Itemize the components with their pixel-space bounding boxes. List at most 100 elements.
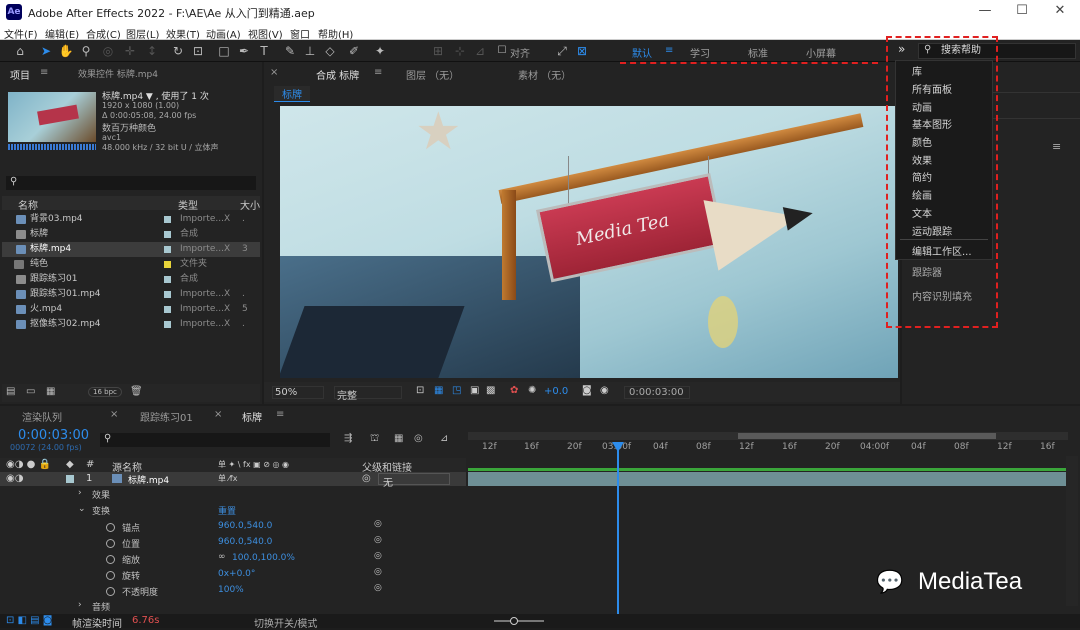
menu-composition[interactable]: 合成(C) [86, 26, 121, 41]
layer-track-bar[interactable] [468, 472, 1066, 486]
snap-icon[interactable]: ⊠ [574, 43, 590, 59]
col-name[interactable]: 名称 [18, 197, 38, 212]
dolly-tool-icon[interactable]: ↕ [144, 43, 160, 59]
visibility-eye-icon[interactable]: ◉◑ [6, 473, 23, 484]
project-item[interactable]: 纯色 文件夹 [2, 257, 260, 272]
clone-stamp-tool-icon[interactable]: ⊥ [302, 43, 318, 59]
label-color[interactable] [164, 246, 171, 253]
label-color[interactable] [164, 306, 171, 313]
close-button[interactable]: ✕ [1050, 3, 1070, 18]
project-item[interactable]: 跟踪练习01.mp4 Importe...X. [2, 287, 260, 302]
menu-layer[interactable]: 图层(L) [126, 26, 159, 41]
col-type[interactable]: 类型 [178, 197, 198, 212]
zoom-select[interactable]: 50% [272, 386, 324, 399]
minimize-button[interactable]: — [975, 3, 995, 18]
expression-pickwhip-icon[interactable]: ◎ [374, 551, 382, 561]
comp-menu-icon[interactable]: ≡ [374, 67, 382, 78]
label-color[interactable] [164, 231, 171, 238]
new-composition-icon[interactable]: ▦ [46, 386, 55, 397]
snapping-icon[interactable]: ⤢ [554, 43, 570, 59]
layer-switches[interactable]: 单 ⁄fx [218, 473, 237, 484]
menu-effect[interactable]: 效果(T) [166, 26, 200, 41]
safe-zones-icon[interactable]: ▣ [470, 385, 479, 396]
zoom-tool-icon[interactable]: ⚲ [78, 43, 94, 59]
menu-view[interactable]: 视图(V) [248, 26, 283, 41]
stopwatch-icon[interactable] [106, 523, 115, 532]
exposure-value[interactable]: +0.0 [544, 386, 568, 397]
project-item[interactable]: 火.mp4 Importe...X 5 [2, 302, 260, 317]
tab-project[interactable]: 项目 [10, 67, 30, 82]
mask-icon[interactable]: ◳ [452, 385, 461, 396]
prop-audio[interactable]: 音频 [92, 600, 110, 613]
motion-blur-icon[interactable]: ◎ [414, 433, 423, 444]
tab-tracking-practice[interactable]: 跟踪练习01 [140, 409, 193, 424]
playhead[interactable] [617, 442, 619, 614]
roto-brush-tool-icon[interactable]: ✐ [346, 43, 362, 59]
tab-effect-controls[interactable]: 效果控件 标牌.mp4 [78, 67, 158, 80]
rotate-tool-icon[interactable]: ↻ [170, 43, 186, 59]
timeline-menu-icon[interactable]: ≡ [276, 409, 284, 420]
home-icon[interactable]: ⌂ [12, 43, 28, 59]
label-color[interactable] [164, 291, 171, 298]
zoom-slider-handle[interactable] [510, 617, 518, 625]
interpret-footage-icon[interactable]: ▤ [6, 386, 15, 397]
close-tab-icon[interactable]: × [110, 409, 118, 420]
menu-edit[interactable]: 编辑(E) [45, 26, 79, 41]
show-snapshot-icon[interactable]: ◉ [600, 385, 609, 396]
transform-reset-link[interactable]: 重置 [218, 504, 236, 517]
pen-tool-icon[interactable]: ✒ [236, 43, 252, 59]
orbit-tool-icon[interactable]: ◎ [100, 43, 116, 59]
snapshot-region-icon[interactable]: ⊡ [416, 385, 424, 396]
tab-render-queue[interactable]: 渲染队列 [22, 409, 62, 424]
parent-select[interactable]: 无 [378, 473, 450, 489]
prop-scale-value[interactable]: 100.0,100.0% [232, 553, 295, 563]
project-item[interactable]: 背景03.mp4 Importe...X. [2, 212, 260, 227]
new-folder-icon[interactable]: ▭ [26, 386, 35, 397]
col-size[interactable]: 大小 [240, 197, 260, 212]
audio-toggle-icon[interactable]: › [78, 600, 82, 610]
current-time-display[interactable]: 0:00:03:00 [624, 386, 690, 399]
col-switches[interactable]: 单 ✦ \ fx ▣ ⊘ ◎ ◉ [218, 459, 289, 470]
expression-pickwhip-icon[interactable]: ◎ [374, 535, 382, 545]
time-ruler[interactable]: 12f 16f 20f 03:00f 04f 08f 12f 16f 20f 0… [468, 442, 1068, 454]
transparency-grid-icon[interactable]: ▩ [486, 385, 495, 396]
prop-effects[interactable]: 效果 [92, 488, 110, 501]
prop-rotation-value[interactable]: 0x+0.0° [218, 569, 255, 579]
quality-select[interactable]: 完整 [334, 386, 402, 402]
comp-breadcrumb[interactable]: 标牌 [274, 86, 310, 102]
tab-footage[interactable]: 素材 （无） [518, 67, 571, 82]
trash-icon[interactable]: 🗑 [130, 386, 143, 397]
eraser-tool-icon[interactable]: ◇ [322, 43, 338, 59]
world-axis-icon[interactable]: ⊹ [452, 43, 468, 59]
work-area-bar[interactable] [468, 432, 1068, 440]
align-checkbox[interactable]: ☐ [494, 43, 510, 59]
comp-viewer[interactable]: ★ Media Tea [280, 106, 898, 378]
expression-pickwhip-icon[interactable]: ◎ [374, 583, 382, 593]
close-tab-icon[interactable]: × [214, 409, 222, 420]
prop-transform[interactable]: 变换 [92, 504, 110, 517]
menu-window[interactable]: 窗口 [290, 26, 310, 41]
timeline-timecode[interactable]: 0:00:03:00 [18, 428, 89, 443]
local-axis-icon[interactable]: ⊞ [430, 43, 446, 59]
project-item[interactable]: 抠像练习02.mp4 Importe...X. [2, 317, 260, 332]
label-color[interactable] [164, 216, 171, 223]
project-item[interactable]: 标牌 合成 [2, 227, 260, 242]
transform-toggle-icon[interactable]: ⌄ [78, 504, 86, 514]
stopwatch-icon[interactable] [106, 555, 115, 564]
graph-editor-icon[interactable]: ⊿ [440, 433, 448, 444]
maximize-button[interactable]: ☐ [1012, 3, 1032, 18]
grid-icon[interactable]: ▦ [434, 385, 443, 396]
layer-duration-bar[interactable] [468, 468, 1066, 471]
video-eye-icon[interactable]: ◉◑ ● 🔒 [6, 459, 51, 470]
label-color[interactable] [164, 321, 171, 328]
expression-pickwhip-icon[interactable]: ◎ [374, 567, 382, 577]
view-axis-icon[interactable]: ⊿ [472, 43, 488, 59]
tab-composition[interactable]: 合成 标牌 [316, 67, 359, 82]
pan-tool-icon[interactable]: ✛ [122, 43, 138, 59]
stopwatch-icon[interactable] [106, 587, 115, 596]
work-area-range[interactable] [738, 433, 996, 439]
effects-toggle-icon[interactable]: › [78, 488, 82, 498]
anchor-tool-icon[interactable]: ⊡ [190, 43, 206, 59]
workspace-standard[interactable]: 标准 [748, 45, 768, 60]
project-search-input[interactable]: ⚲ [6, 176, 256, 190]
